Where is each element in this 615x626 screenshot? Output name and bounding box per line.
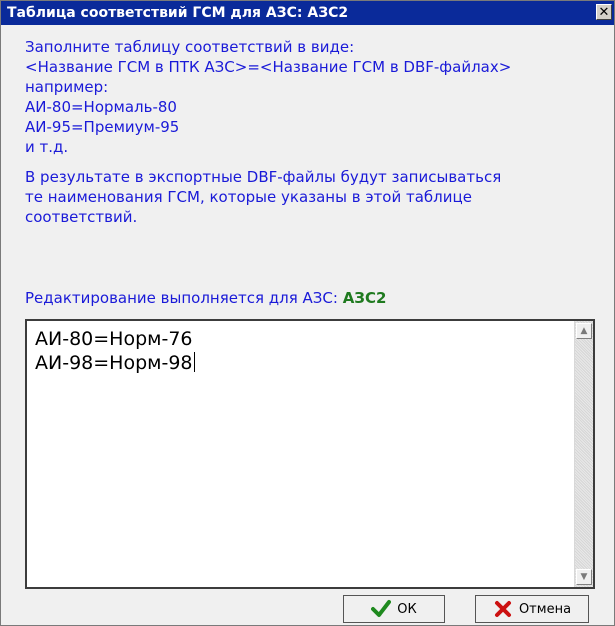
instruction-line: АИ-95=Премиум-95: [25, 118, 180, 136]
mapping-editor[interactable]: АИ-80=Норм-76 АИ-98=Норм-98 ▲ ▼: [25, 319, 595, 589]
cancel-button[interactable]: Отмена: [475, 595, 589, 623]
result-line: В результате в экспортные DBF-файлы буду…: [25, 168, 502, 186]
station-name: АЗС2: [342, 289, 387, 307]
scroll-down-button[interactable]: ▼: [576, 569, 592, 585]
editor-line: АИ-80=Норм-76: [35, 327, 565, 351]
checkmark-icon: [371, 600, 392, 617]
instruction-line: Заполните таблицу соответствий в виде:: [25, 38, 355, 56]
result-line: те наименования ГСМ, которые указаны в э…: [25, 188, 472, 206]
close-icon: ✕: [598, 5, 610, 20]
scroll-down-arrow-icon: ▼: [580, 572, 588, 582]
instruction-line: и т.д.: [25, 138, 69, 156]
ok-button[interactable]: ОК: [343, 595, 445, 623]
editor-content[interactable]: АИ-80=Норм-76 АИ-98=Норм-98: [35, 327, 565, 375]
instructions-block: Заполните таблицу соответствий в виде: <…: [25, 37, 605, 227]
scroll-up-arrow-icon: ▲: [580, 326, 588, 336]
editing-station-line: Редактирование выполняется для АЗС: АЗС2: [25, 289, 386, 307]
editor-line: АИ-98=Норм-98: [35, 351, 565, 375]
scroll-up-button[interactable]: ▲: [576, 323, 592, 339]
close-button[interactable]: ✕: [596, 4, 612, 20]
x-icon: [494, 601, 511, 617]
dialog-window: Таблица соответствий ГСМ для АЗС: АЗС2 ✕…: [0, 0, 615, 626]
cancel-label: Отмена: [518, 601, 572, 617]
editor-line-text: АИ-98=Норм-98: [35, 352, 193, 374]
vertical-scrollbar[interactable]: ▲ ▼: [574, 321, 593, 587]
ok-label: ОК: [397, 601, 417, 617]
instruction-line: <Название ГСМ в ПТК АЗС>=<Название ГСМ в…: [25, 58, 512, 76]
window-title: Таблица соответствий ГСМ для АЗС: АЗС2: [7, 5, 349, 21]
result-line: соответствий.: [25, 208, 138, 226]
text-caret: [193, 352, 195, 372]
instruction-line: например:: [25, 78, 109, 96]
editor-line-text: АИ-80=Норм-76: [35, 328, 193, 350]
editing-for-label: Редактирование выполняется для АЗС:: [25, 289, 338, 307]
title-bar: Таблица соответствий ГСМ для АЗС: АЗС2 ✕: [1, 1, 614, 25]
instruction-line: АИ-80=Нормаль-80: [25, 98, 177, 116]
